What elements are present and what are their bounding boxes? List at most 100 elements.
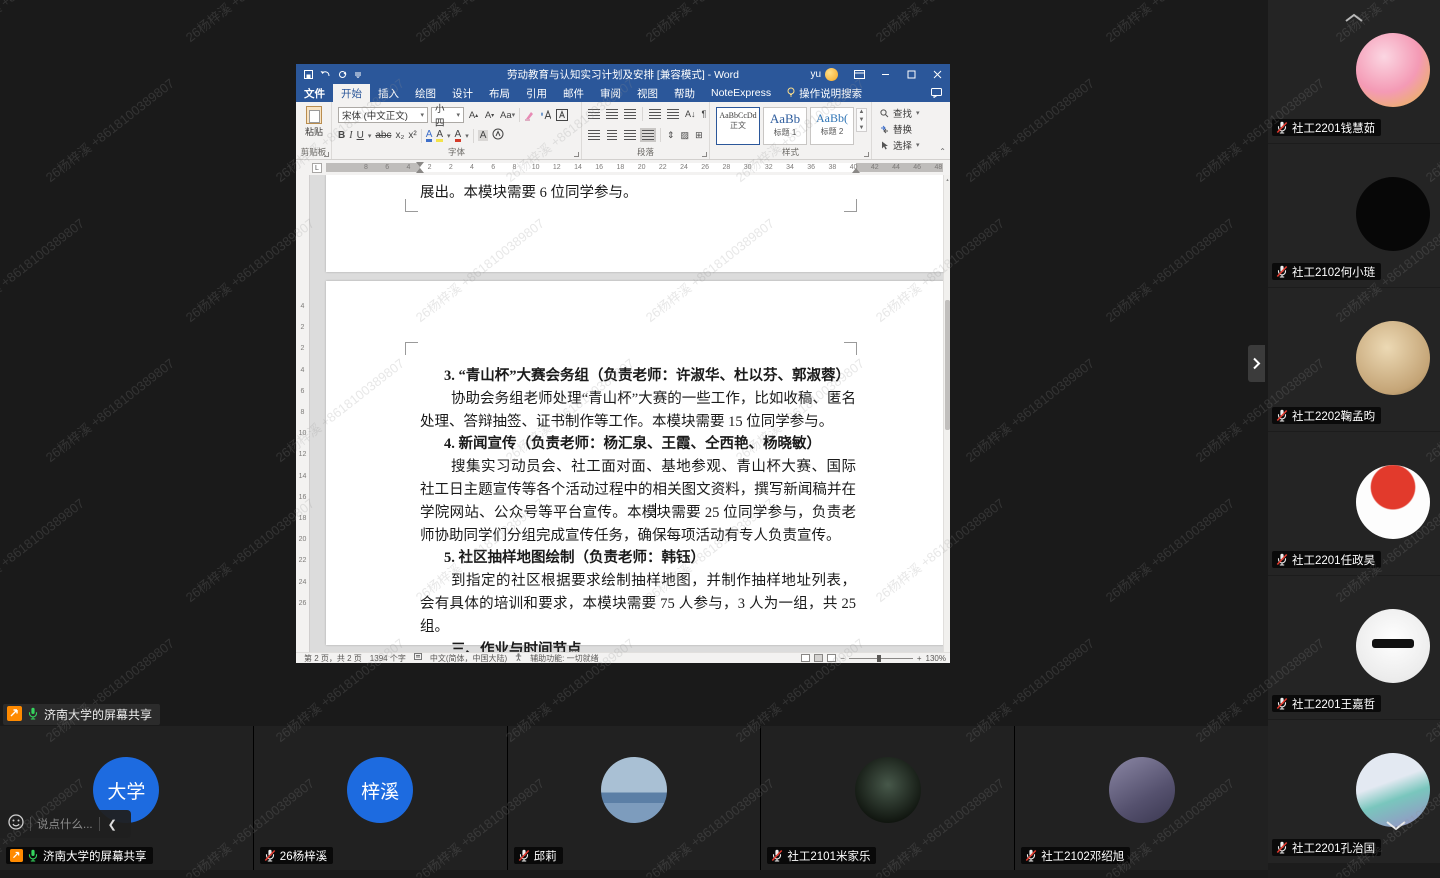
decrease-indent-icon[interactable] [649, 109, 661, 119]
spellcheck-icon[interactable] [414, 653, 422, 663]
paste-button[interactable]: 粘贴 [301, 106, 327, 138]
document-canvas[interactable]: 422468101214161820222426 展出。本模块需要 6 位同学参… [296, 175, 950, 652]
ribbon-tab-插入[interactable]: 插入 [370, 84, 407, 102]
collapse-ribbon-icon[interactable]: ⌃ [939, 147, 946, 156]
language-indicator[interactable]: 中文(简体，中国大陆) [430, 653, 507, 664]
video-tile-社工2201孔治国[interactable]: 社工2201孔治国 [1268, 720, 1440, 863]
web-layout-icon[interactable] [827, 654, 836, 662]
ribbon-tab-NoteExpress[interactable]: NoteExpress [703, 84, 779, 102]
emoji-icon[interactable] [8, 814, 24, 835]
video-tile-邱莉[interactable]: 邱莉 [508, 726, 761, 870]
borders-icon[interactable]: ⊞ [695, 130, 703, 141]
video-tile-社工2201王嘉哲[interactable]: 社工2201王嘉哲 [1268, 576, 1440, 719]
change-case-button[interactable]: Aa▾ [499, 108, 516, 122]
subscript-button[interactable]: x₂ [395, 130, 404, 141]
scrollbar-thumb[interactable] [945, 300, 950, 430]
style-card-正文[interactable]: AaBbCcDd正文 [716, 107, 760, 145]
zoom-out-icon[interactable]: − [840, 654, 845, 663]
word-count[interactable]: 1394 个字 [370, 653, 406, 664]
video-tile-社工2102何小琏[interactable]: 社工2102何小琏 [1268, 144, 1440, 287]
redo-icon[interactable] [338, 70, 347, 79]
ribbon-tab-审阅[interactable]: 审阅 [592, 84, 629, 102]
video-tile-济南大学的屏幕共享[interactable]: 大学济南大学的屏幕共享 [0, 726, 253, 870]
document-scrollbar[interactable]: ▲ [943, 175, 950, 652]
justify-icon[interactable] [642, 130, 654, 140]
character-border-icon[interactable] [555, 108, 569, 122]
styles-dialog-launcher-icon[interactable] [864, 152, 869, 157]
align-left-icon[interactable] [588, 130, 600, 140]
italic-button[interactable]: I [349, 130, 352, 141]
find-button[interactable]: 查找▾ [880, 106, 920, 120]
numbering-icon[interactable] [606, 109, 618, 119]
chat-collapse-icon[interactable]: ❮ [100, 818, 125, 831]
video-tile-社工2202鞠孟昀[interactable]: 社工2202鞠孟昀 [1268, 288, 1440, 431]
ribbon-tab-布局[interactable]: 布局 [481, 84, 518, 102]
ribbon-tab-设计[interactable]: 设计 [444, 84, 481, 102]
ribbon-tab-邮件[interactable]: 邮件 [555, 84, 592, 102]
show-marks-icon[interactable]: ¶ [702, 109, 707, 119]
tell-me-search[interactable]: 操作说明搜索 [779, 84, 870, 102]
zoom-in-icon[interactable]: + [917, 654, 922, 663]
sort-icon[interactable]: A↓ [685, 109, 696, 119]
ribbon-display-options-icon[interactable] [846, 64, 872, 84]
align-right-icon[interactable] [624, 130, 636, 140]
zoom-level[interactable]: 130% [926, 654, 946, 663]
font-color-icon[interactable]: A [455, 130, 462, 142]
tab-selector[interactable]: L [312, 163, 322, 173]
font-size-combobox[interactable]: 小四▾ [431, 107, 464, 123]
superscript-button[interactable]: x² [408, 130, 416, 141]
ribbon-tab-开始[interactable]: 开始 [333, 84, 370, 102]
ribbon-tab-绘图[interactable]: 绘图 [407, 84, 444, 102]
page-indicator[interactable]: 第 2 页，共 2 页 [304, 653, 362, 664]
comments-icon[interactable] [923, 84, 950, 102]
account-avatar[interactable] [825, 68, 838, 81]
clear-formatting-icon[interactable] [523, 108, 536, 122]
style-card-标题 2[interactable]: AaBb(标题 2 [810, 107, 854, 145]
ribbon-tab-引用[interactable]: 引用 [518, 84, 555, 102]
paragraph-dialog-launcher-icon[interactable] [702, 152, 707, 157]
font-name-combobox[interactable]: 宋体 (中文正文)▾ [338, 107, 428, 123]
first-line-indent-marker[interactable] [416, 162, 424, 167]
chat-input-bar[interactable]: 说点什么... ❮ [0, 810, 131, 838]
video-tile-社工2101米家乐[interactable]: 社工2101米家乐 [761, 726, 1014, 870]
underline-button[interactable]: U [357, 130, 364, 141]
bold-button[interactable]: B [338, 130, 345, 141]
hanging-indent-marker[interactable] [416, 168, 424, 173]
video-tile-社工2201任政昊[interactable]: 社工2201任政昊 [1268, 432, 1440, 575]
scroll-participants-up-icon[interactable] [1268, 10, 1440, 28]
align-center-icon[interactable] [607, 130, 617, 140]
ribbon-tab-视图[interactable]: 视图 [629, 84, 666, 102]
shading-icon[interactable]: ▨ [681, 130, 690, 141]
multilevel-list-icon[interactable] [624, 109, 636, 119]
character-shading-icon[interactable]: A [478, 130, 489, 141]
chat-placeholder[interactable]: 说点什么... [31, 816, 99, 832]
styles-gallery-scroll[interactable]: ▲▼▼ [856, 108, 867, 132]
zoom-slider-thumb[interactable] [877, 655, 881, 662]
shrink-font-button[interactable]: A▾ [483, 108, 496, 122]
grow-font-button[interactable]: A▴ [467, 108, 480, 122]
document-page-1[interactable]: 展出。本模块需要 6 位同学参与。 [326, 175, 944, 272]
account-name[interactable]: yu [810, 69, 821, 80]
font-dialog-launcher-icon[interactable] [574, 152, 579, 157]
bullets-icon[interactable] [588, 109, 600, 119]
replace-button[interactable]: 替换 [880, 122, 912, 136]
scroll-up-icon[interactable]: ▲ [944, 177, 950, 182]
save-icon[interactable] [304, 70, 313, 79]
scroll-participants-down-icon[interactable] [1383, 818, 1409, 836]
text-effects-icon[interactable]: A [426, 130, 433, 142]
sidebar-expand-button[interactable] [1248, 345, 1265, 382]
ribbon-tab-文件[interactable]: 文件 [296, 84, 333, 102]
minimize-button[interactable] [872, 64, 898, 84]
maximize-button[interactable] [898, 64, 924, 84]
select-button[interactable]: 选择▾ [880, 138, 920, 152]
clipboard-dialog-launcher-icon[interactable] [324, 152, 329, 157]
customize-quick-access-icon[interactable] [354, 70, 362, 78]
ribbon-tab-帮助[interactable]: 帮助 [666, 84, 703, 102]
strikethrough-button[interactable]: abc [375, 130, 391, 141]
line-spacing-icon[interactable]: ⇕ [667, 130, 675, 141]
document-page-2[interactable]: 3. “青山杯”大赛会务组（负责老师：许淑华、杜以芬、郭淑蓉）协助会务组老师处理… [326, 281, 944, 645]
phonetic-guide-icon[interactable] [539, 108, 552, 122]
vertical-ruler[interactable]: 422468101214161820222426 [296, 175, 310, 652]
horizontal-ruler[interactable]: L 86422468101214161820222426283032343638… [310, 160, 950, 175]
style-card-标题 1[interactable]: AaBb标题 1 [763, 107, 807, 145]
